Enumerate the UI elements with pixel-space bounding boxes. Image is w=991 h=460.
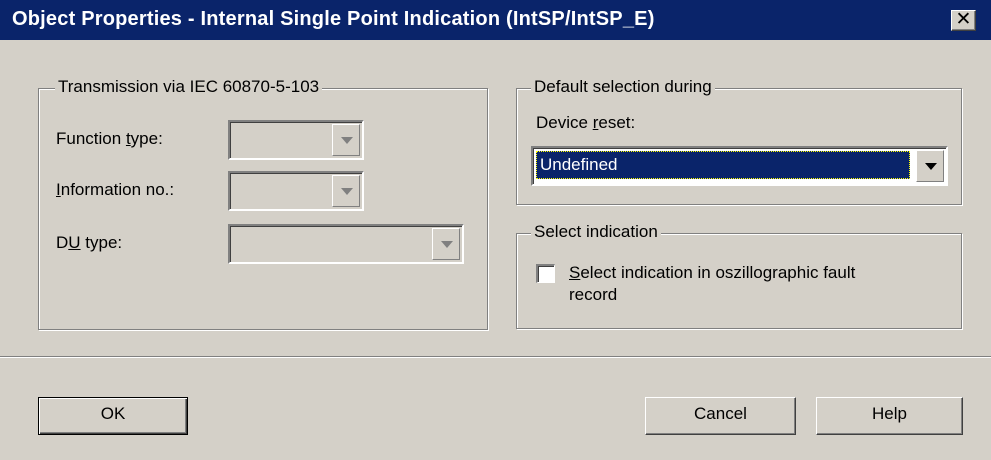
device-reset-label: Device reset:: [536, 113, 636, 132]
close-icon: ✕: [955, 8, 972, 30]
chevron-down-icon[interactable]: [332, 175, 360, 207]
oszillographic-record-checkbox[interactable]: [536, 264, 555, 283]
chevron-down-icon[interactable]: [916, 150, 944, 182]
default-selection-group-legend: Default selection during: [531, 77, 715, 97]
select-indication-group-legend: Select indication: [531, 222, 661, 242]
close-button[interactable]: ✕: [951, 8, 976, 31]
separator: [0, 356, 991, 358]
help-button[interactable]: Help: [816, 397, 963, 435]
transmission-group-legend: Transmission via IEC 60870-5-103: [55, 77, 323, 97]
title-bar: Object Properties - Internal Single Poin…: [0, 0, 991, 40]
ok-button[interactable]: OK: [38, 397, 188, 435]
cancel-button[interactable]: Cancel: [645, 397, 796, 435]
function-type-label: Function type:: [56, 129, 163, 148]
information-no-label: Information no.:: [56, 180, 175, 199]
chevron-down-icon[interactable]: [332, 124, 360, 156]
information-no-dropdown[interactable]: [228, 171, 364, 211]
chevron-down-icon[interactable]: [432, 228, 460, 260]
device-reset-value: Undefined: [536, 151, 910, 179]
function-type-dropdown[interactable]: [228, 120, 364, 160]
du-type-label: DU type:: [56, 233, 123, 252]
window-title: Object Properties - Internal Single Poin…: [12, 8, 655, 30]
device-reset-dropdown[interactable]: Undefined: [531, 146, 948, 186]
oszillographic-record-label[interactable]: Select indication in oszillographic faul…: [569, 262, 855, 306]
du-type-dropdown[interactable]: [228, 224, 464, 264]
